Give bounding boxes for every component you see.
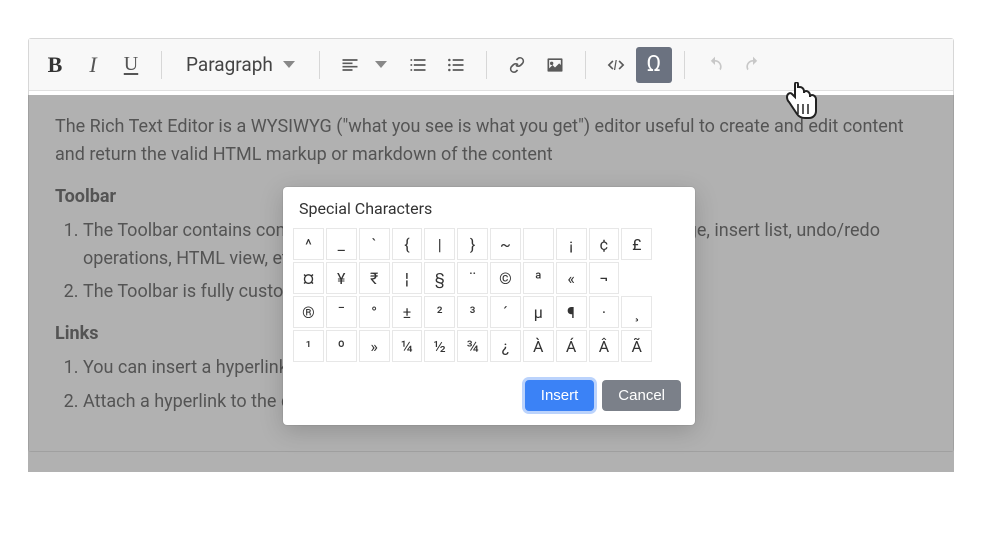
char-cell[interactable]: ¾: [457, 330, 488, 362]
insert-button[interactable]: Insert: [525, 380, 595, 411]
char-cell[interactable]: |: [424, 228, 455, 260]
char-cell[interactable]: À: [523, 330, 554, 362]
char-cell[interactable]: °: [359, 296, 390, 328]
redo-button[interactable]: [735, 47, 771, 83]
char-cell[interactable]: ~: [490, 228, 521, 260]
char-cell[interactable]: ±: [392, 296, 423, 328]
char-cell[interactable]: ²: [424, 296, 455, 328]
char-cell[interactable]: ¹: [293, 330, 324, 362]
toolbar-separator: [684, 51, 685, 79]
char-cell[interactable]: ¬: [589, 262, 620, 294]
ordered-list-button[interactable]: [400, 47, 436, 83]
link-button[interactable]: [499, 47, 535, 83]
char-cell[interactable]: ₹: [359, 262, 390, 294]
char-cell[interactable]: º: [326, 330, 357, 362]
unordered-list-button[interactable]: [438, 47, 474, 83]
dialog-title: Special Characters: [283, 187, 695, 228]
char-cell[interactable]: {: [392, 228, 423, 260]
align-dropdown[interactable]: [370, 47, 392, 83]
toolbar-separator: [161, 51, 162, 79]
char-cell[interactable]: ®: [293, 296, 324, 328]
format-dropdown-label: Paragraph: [186, 53, 273, 76]
char-cell[interactable]: Á: [556, 330, 587, 362]
char-cell[interactable]: }: [457, 228, 488, 260]
image-button[interactable]: [537, 47, 573, 83]
undo-button[interactable]: [697, 47, 733, 83]
char-cell[interactable]: ¦: [392, 262, 423, 294]
char-cell[interactable]: £: [621, 228, 652, 260]
char-cell[interactable]: µ: [523, 296, 554, 328]
char-cell[interactable]: §: [424, 262, 455, 294]
chevron-down-icon: [283, 61, 295, 68]
char-cell[interactable]: ´: [490, 296, 521, 328]
char-cell[interactable]: ¨: [457, 262, 488, 294]
char-cell[interactable]: «: [556, 262, 587, 294]
code-view-button[interactable]: [598, 47, 634, 83]
omega-icon: Ω: [647, 54, 662, 76]
special-characters-button[interactable]: Ω: [636, 47, 672, 83]
italic-button[interactable]: I: [75, 47, 111, 83]
format-dropdown[interactable]: Paragraph: [174, 47, 307, 83]
toolbar-separator: [319, 51, 320, 79]
char-cell[interactable]: ¤: [293, 262, 324, 294]
char-cell[interactable]: ¢: [589, 228, 620, 260]
char-cell[interactable]: ©: [490, 262, 521, 294]
char-cell[interactable]: ³: [457, 296, 488, 328]
chevron-down-icon: [375, 61, 387, 68]
special-characters-dialog: Special Characters ^_`{|}~ ¡¢£ ¤¥₹¦§¨©ª«¬…: [283, 187, 695, 425]
underline-button[interactable]: U: [113, 47, 149, 83]
bold-button[interactable]: B: [37, 47, 73, 83]
characters-grid: ^_`{|}~ ¡¢£ ¤¥₹¦§¨©ª«¬ ®¯°±²³´µ¶·¸ ¹º»¼½¾¿À…: [283, 228, 695, 366]
toolbar-separator: [585, 51, 586, 79]
align-button[interactable]: [332, 47, 368, 83]
char-cell[interactable]: _: [326, 228, 357, 260]
char-cell[interactable]: ¿: [490, 330, 521, 362]
char-cell[interactable]: Â: [589, 330, 620, 362]
char-cell[interactable]: ½: [424, 330, 455, 362]
cancel-button[interactable]: Cancel: [602, 380, 681, 411]
char-cell[interactable]: ¼: [392, 330, 423, 362]
char-cell[interactable]: »: [359, 330, 390, 362]
toolbar-separator: [486, 51, 487, 79]
char-cell[interactable]: ª: [523, 262, 554, 294]
editor-toolbar: B I U Paragraph: [29, 39, 953, 91]
char-cell[interactable]: ¡: [556, 228, 587, 260]
char-cell[interactable]: ¥: [326, 262, 357, 294]
char-cell[interactable]: ¸: [621, 296, 652, 328]
char-cell[interactable]: ·: [589, 296, 620, 328]
char-cell[interactable]: ¯: [326, 296, 357, 328]
char-cell[interactable]: Ã: [621, 330, 652, 362]
char-cell[interactable]: `: [359, 228, 390, 260]
char-cell[interactable]: ¶: [556, 296, 587, 328]
char-cell[interactable]: ^: [293, 228, 324, 260]
char-cell[interactable]: [523, 228, 554, 260]
